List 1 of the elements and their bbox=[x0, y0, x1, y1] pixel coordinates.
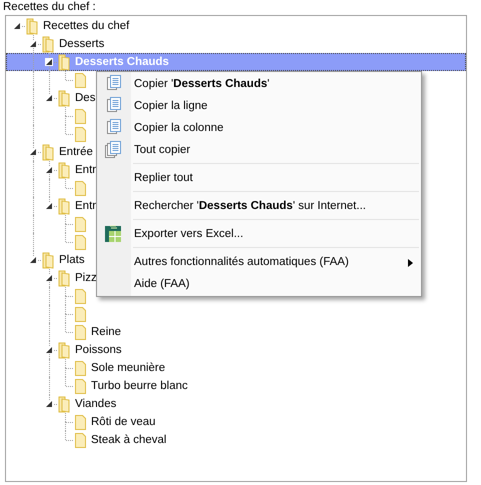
tree-caption: Recettes du chef : bbox=[3, 0, 96, 15]
